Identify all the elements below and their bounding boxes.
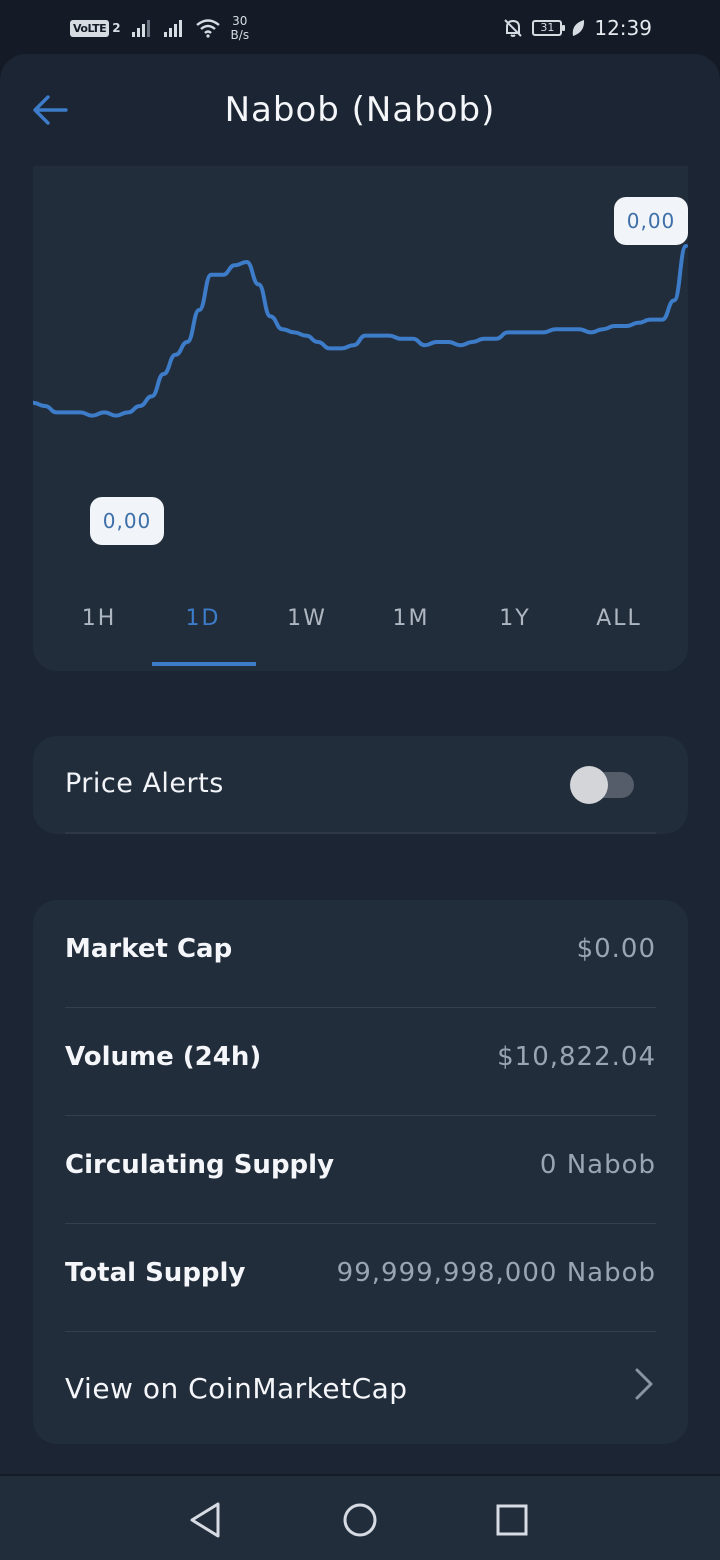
status-bar: VoLTE 2 30 B/s 31 12:39	[0, 0, 720, 56]
price-alerts-card: Price Alerts	[33, 736, 688, 834]
volte-sim-number: 2	[112, 21, 121, 35]
stat-label: Volume (24h)	[65, 1042, 262, 1072]
clock: 12:39	[594, 16, 652, 40]
circle-home-icon	[343, 1503, 377, 1537]
price-alerts-toggle[interactable]	[570, 766, 636, 804]
volte-icon: VoLTE	[70, 19, 110, 37]
timeframe-tabs: 1H 1D 1W 1M 1Y ALL	[33, 606, 688, 671]
nav-back-button[interactable]	[184, 1498, 228, 1542]
nav-home-button[interactable]	[338, 1498, 382, 1542]
coin-stats-card: Market Cap $0.00 Volume (24h) $10,822.04…	[33, 900, 688, 1444]
status-left-icons: VoLTE 2 30 B/s	[70, 12, 249, 44]
tab-1h[interactable]: 1H	[47, 606, 151, 668]
price-alerts-label: Price Alerts	[65, 768, 224, 799]
network-speed: 30 B/s	[231, 14, 250, 42]
stat-value: $0.00	[576, 934, 656, 964]
tab-1m[interactable]: 1M	[359, 606, 463, 668]
tab-1y[interactable]: 1Y	[463, 606, 567, 668]
view-on-coinmarketcap-link[interactable]: View on CoinMarketCap	[65, 1332, 656, 1440]
leaf-icon	[573, 20, 585, 36]
nav-recents-button[interactable]	[490, 1498, 534, 1542]
price-chart-card: 0,00 0,00 1H 1D 1W 1M 1Y ALL	[33, 166, 688, 671]
price-alerts-divider	[65, 832, 656, 834]
stat-label: Market Cap	[65, 934, 233, 964]
tab-1w[interactable]: 1W	[255, 606, 359, 668]
stat-label: Circulating Supply	[65, 1150, 335, 1180]
bell-off-icon	[504, 19, 523, 37]
system-nav-bar	[0, 1476, 720, 1560]
price-line	[33, 244, 688, 418]
square-recents-icon	[496, 1504, 528, 1536]
signal-icon-2	[163, 20, 182, 37]
chart-low-label: 0,00	[90, 497, 164, 545]
page-title: Nabob (Nabob)	[224, 90, 496, 130]
tab-all[interactable]: ALL	[567, 606, 671, 668]
chart-high-label: 0,00	[614, 197, 688, 245]
triangle-back-icon	[190, 1502, 220, 1538]
stat-value: 0 Nabob	[539, 1150, 656, 1180]
stat-value: $10,822.04	[497, 1042, 656, 1072]
stat-row-total-supply: Total Supply 99,999,998,000 Nabob	[65, 1224, 656, 1332]
coin-detail-screen: Nabob (Nabob) 0,00 0,00 1H 1D 1W 1M 1Y A…	[0, 54, 720, 1474]
stat-label: Total Supply	[65, 1258, 246, 1288]
signal-icon	[131, 20, 150, 37]
tab-1d[interactable]: 1D	[151, 606, 255, 668]
toggle-knob	[570, 766, 608, 804]
stat-row-circulating-supply: Circulating Supply 0 Nabob	[65, 1116, 656, 1224]
status-right-icons: 31 12:39	[502, 12, 652, 44]
stat-row-market-cap: Market Cap $0.00	[65, 900, 656, 1008]
link-label: View on CoinMarketCap	[65, 1372, 408, 1405]
stat-row-volume: Volume (24h) $10,822.04	[65, 1008, 656, 1116]
battery-icon: 31	[532, 20, 566, 36]
chevron-right-icon	[635, 1368, 653, 1400]
selected-tab-indicator	[152, 662, 256, 666]
stat-value: 99,999,998,000 Nabob	[336, 1258, 656, 1288]
wifi-icon	[195, 19, 220, 38]
network-speed-value: 30	[232, 14, 248, 28]
network-speed-unit: B/s	[230, 28, 250, 42]
